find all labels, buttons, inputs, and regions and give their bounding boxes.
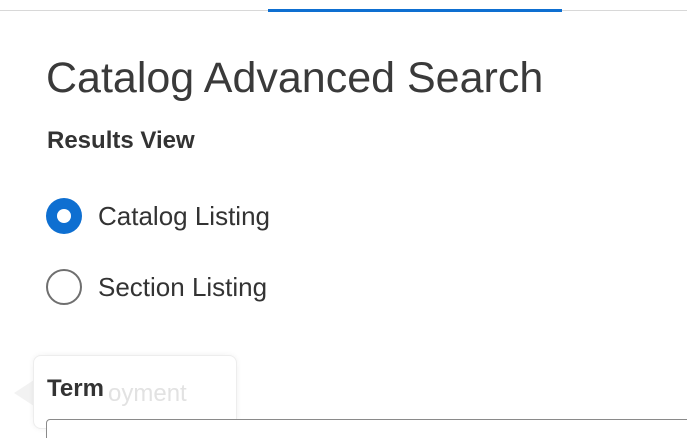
term-label: Term: [47, 375, 104, 402]
radio-catalog-listing-label[interactable]: Catalog Listing: [98, 201, 270, 232]
radio-section-listing-label[interactable]: Section Listing: [98, 272, 267, 303]
radio-section-listing[interactable]: Section Listing: [46, 267, 267, 307]
page: Catalog Advanced Search Results View Cat…: [0, 0, 687, 438]
page-title: Catalog Advanced Search: [46, 54, 544, 102]
tooltip-text: oyment: [108, 380, 187, 407]
radio-catalog-listing[interactable]: Catalog Listing: [46, 196, 270, 236]
radio-selected-icon[interactable]: [46, 198, 82, 234]
radio-unselected-icon[interactable]: [46, 269, 82, 305]
active-tab-indicator: [268, 9, 562, 12]
results-view-label: Results View: [47, 127, 195, 154]
tooltip-pointer: [14, 380, 34, 406]
term-select[interactable]: [46, 419, 687, 438]
